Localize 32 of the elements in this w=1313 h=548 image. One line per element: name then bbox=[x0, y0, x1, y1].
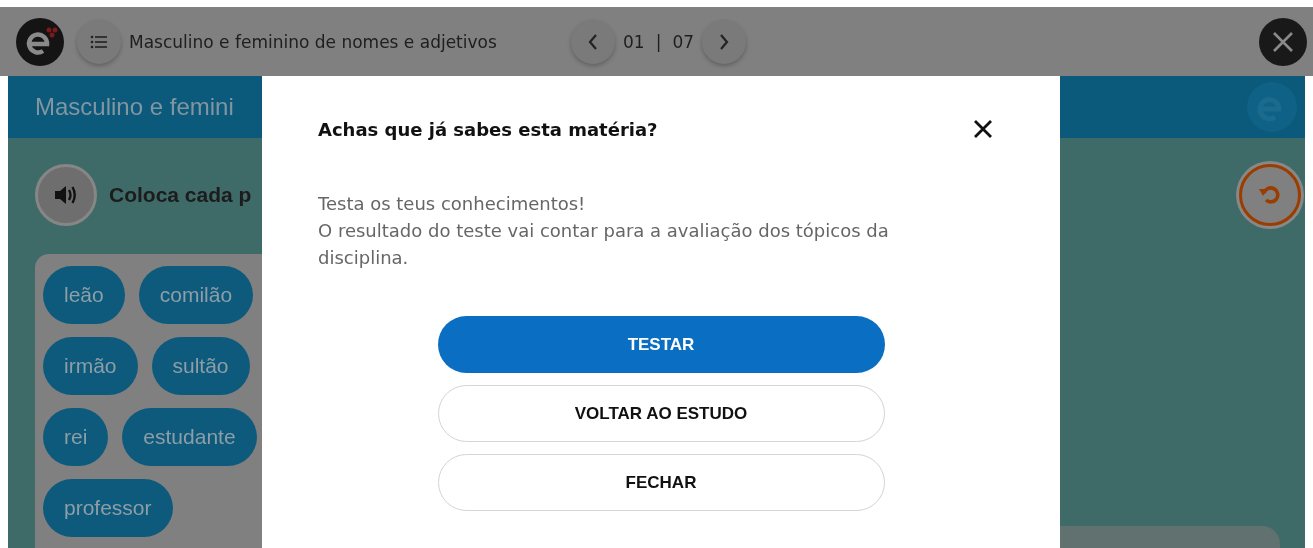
word-chip[interactable]: rei bbox=[43, 408, 109, 466]
logo-icon bbox=[16, 17, 64, 66]
current-page: 01 bbox=[623, 31, 645, 52]
next-button[interactable] bbox=[702, 19, 746, 64]
total-pages: 07 bbox=[672, 31, 694, 52]
dialog-button[interactable]: FECHAR bbox=[437, 454, 885, 511]
menu-button[interactable] bbox=[77, 19, 121, 64]
dialog-title: Achas que já sabes esta matéria? bbox=[318, 118, 658, 140]
dialog-close-button[interactable] bbox=[972, 118, 994, 140]
word-chip[interactable]: estudante bbox=[122, 408, 257, 466]
word-chip[interactable]: comilão bbox=[138, 266, 254, 324]
reset-button[interactable] bbox=[1239, 164, 1301, 226]
lesson-title: Masculino e feminino de nomes e adjetivos bbox=[129, 31, 498, 52]
word-chip[interactable]: irmão bbox=[43, 337, 138, 395]
page-separator: | bbox=[655, 31, 662, 52]
instruction-text: Coloca cada p bbox=[109, 183, 252, 207]
speaker-icon bbox=[53, 184, 79, 206]
close-icon bbox=[973, 119, 993, 139]
close-icon bbox=[1271, 29, 1295, 54]
menu-icon bbox=[90, 34, 108, 49]
previous-button[interactable] bbox=[571, 19, 615, 64]
word-chip[interactable]: professor bbox=[43, 479, 173, 537]
dialog-button[interactable]: TESTAR bbox=[437, 316, 885, 373]
exercise-title: Masculino e femini bbox=[34, 93, 234, 121]
dialog-button[interactable]: VOLTAR AO ESTUDO bbox=[437, 385, 885, 442]
word-chip[interactable]: sultão bbox=[151, 337, 250, 395]
chevron-right-icon bbox=[718, 32, 730, 51]
close-button[interactable] bbox=[1259, 17, 1307, 66]
dialog-message: Testa os teus conhecimentos! bbox=[318, 192, 587, 216]
dialog-message: O resultado do teste vai contar para a avaliação dos tópicos da disciplina. bbox=[318, 219, 890, 270]
chevron-left-icon bbox=[587, 32, 599, 51]
word-chip[interactable]: leão bbox=[43, 266, 125, 324]
